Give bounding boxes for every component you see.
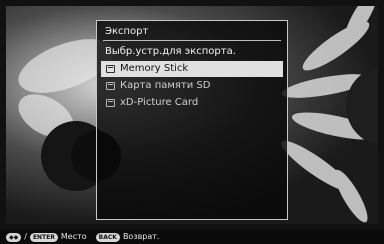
menu-item-label: Memory Stick [120,63,189,74]
dialog-prompt: Выбр.устр.для экспорта. [105,46,236,57]
dialog-title: Экспорт [105,26,149,37]
menu-item-memory-stick[interactable]: Memory Stick [101,61,283,77]
menu-item-sd-card[interactable]: Карта памяти SD [101,78,283,94]
title-divider [103,40,281,41]
menu-item-label: xD-Picture Card [120,97,199,108]
memory-card-icon [106,99,115,107]
enter-hint-label: Место [60,232,87,241]
dpad-icon: ◆◆ [6,232,22,242]
menu-item-xd-card[interactable]: xD-Picture Card [101,95,283,111]
screen-frame: Экспорт Выбр.устр.для экспорта. Memory S… [0,0,384,230]
hint-bar: ◆◆ / ENTER Место BACK Возврат. [0,230,384,244]
back-key-icon: BACK [95,232,120,242]
menu-item-label: Карта памяти SD [120,80,211,91]
enter-key-icon: ENTER [29,232,58,242]
device-menu: Memory Stick Карта памяти SD xD-Picture … [101,61,283,112]
export-dialog: Экспорт Выбр.устр.для экспорта. Memory S… [96,20,288,220]
memory-card-icon [106,82,115,90]
hint-separator: / [24,232,27,241]
back-hint-label: Возврат. [122,232,160,241]
memory-card-icon [106,65,115,73]
